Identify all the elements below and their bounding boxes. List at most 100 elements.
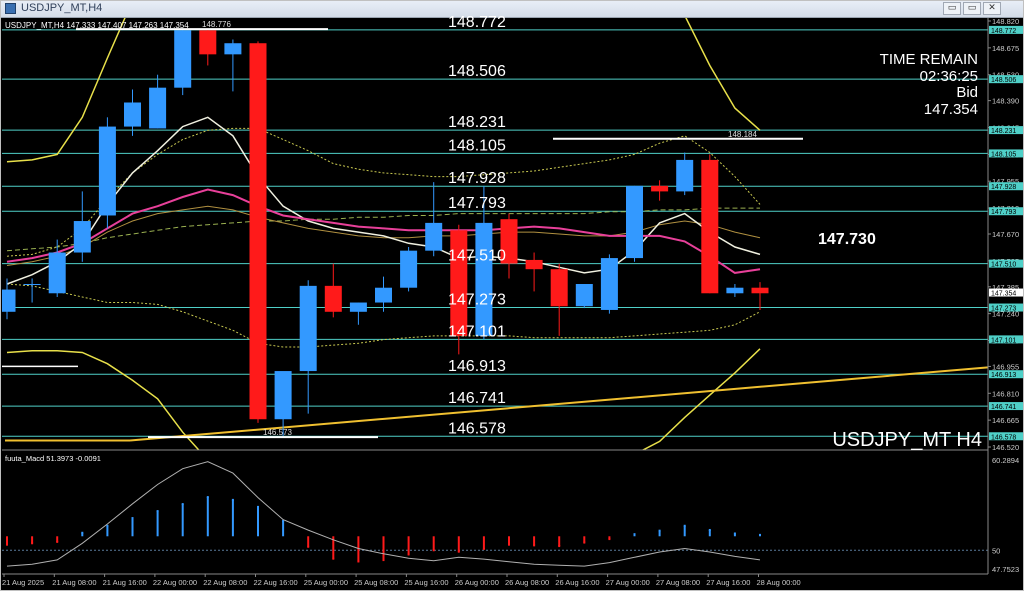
- bull-candle: [600, 258, 618, 310]
- price-tick-label: 148.675: [992, 44, 1019, 53]
- level-label: 146.741: [448, 390, 506, 407]
- lower-band-line: [6, 348, 761, 450]
- time-tick-label: 22 Aug 00:00: [153, 578, 197, 587]
- macd-signal-dot: [482, 547, 485, 550]
- level-price-tag-text: 147.101: [991, 337, 1016, 344]
- macd-signal-dot: [432, 549, 435, 552]
- time-remain-value: 02:36:25: [920, 68, 978, 85]
- level-price-tag-text: 146.913: [991, 372, 1016, 379]
- bull-candle: [575, 284, 593, 307]
- macd-signal-dot: [332, 557, 335, 560]
- bear-candle: [701, 159, 719, 294]
- bear-candle: [550, 269, 568, 307]
- bid-value: 147.354: [924, 101, 978, 118]
- time-tick-label: 21 Aug 08:00: [52, 578, 96, 587]
- bull-candle: [23, 284, 41, 286]
- time-tick-label: 26 Aug 08:00: [505, 578, 549, 587]
- bull-candle: [98, 126, 116, 216]
- time-tick-label: 27 Aug 08:00: [656, 578, 700, 587]
- bull-candle: [299, 285, 317, 372]
- level-price-tag-text: 148.231: [991, 128, 1016, 135]
- macd-signal-dot: [508, 543, 510, 546]
- bull-candle: [48, 252, 66, 294]
- bid-label: Bid: [956, 84, 978, 101]
- macd-signal-dot: [759, 533, 761, 536]
- fast-ma-line: [6, 116, 761, 285]
- bull-candle: [124, 102, 141, 127]
- bear-candle: [651, 185, 669, 192]
- time-tick-label: 21 Aug 2025: [2, 578, 44, 587]
- level-label: 146.913: [448, 358, 506, 375]
- macd-signal-dot: [683, 524, 686, 527]
- bull-candle: [400, 250, 418, 288]
- macd-signal-dot: [307, 545, 310, 548]
- level-price-tag-text: 148.772: [991, 28, 1016, 35]
- bear-candle: [324, 285, 342, 312]
- macd-signal-dot: [382, 559, 385, 562]
- macd-panel: [2, 461, 988, 567]
- macd-signal-dot: [733, 532, 736, 535]
- bear-candle: [450, 230, 468, 336]
- bull-candle: [676, 159, 694, 192]
- time-tick-label: 25 Aug 08:00: [354, 578, 398, 587]
- price-tick-label: 148.390: [992, 97, 1019, 106]
- bear-candle: [751, 287, 769, 294]
- bull-candle: [149, 87, 167, 129]
- macd-signal-dot: [257, 505, 259, 508]
- macd-signal-dot: [156, 510, 159, 513]
- main-price-panel: [2, 18, 988, 450]
- bull-candle: [375, 287, 392, 303]
- macd-signal-dot: [181, 503, 184, 506]
- bear-candle: [525, 259, 543, 270]
- level-label: 147.510: [448, 248, 506, 265]
- level-label: 146.578: [448, 420, 506, 437]
- level-price-tag-text: 146.578: [991, 434, 1016, 441]
- macd-signal-dot: [583, 541, 586, 544]
- bull-candle: [224, 43, 242, 55]
- time-tick-label: 26 Aug 00:00: [455, 578, 499, 587]
- price-chart[interactable]: 148.820148.675148.530148.390148.245148.1…: [0, 0, 1024, 591]
- bull-candle: [73, 221, 91, 253]
- level-price-tag-text: 148.506: [991, 77, 1016, 84]
- bull-candle: [2, 289, 16, 312]
- price-tick-label: 146.665: [992, 416, 1019, 425]
- time-tick-label: 28 Aug 00:00: [757, 578, 801, 587]
- price-tick-label: 146.810: [992, 389, 1019, 398]
- labels: 148.772 148.506 148.231 148.105 147.928 147.7…: [5, 14, 982, 463]
- time-tick-label: 22 Aug 16:00: [254, 578, 298, 587]
- level-label: 148.506: [448, 63, 506, 80]
- medium-ma-line: [6, 188, 761, 274]
- bull-candle: [425, 222, 443, 251]
- macd-signal-dot: [633, 533, 636, 536]
- time-tick-label: 22 Aug 08:00: [203, 578, 247, 587]
- level-price-tag-text: 147.273: [991, 306, 1016, 313]
- level-label: 147.101: [448, 323, 506, 340]
- macd-signal-dot: [81, 531, 84, 534]
- macd-signal-dot: [533, 544, 536, 547]
- price-tick-label: 146.520: [992, 443, 1019, 452]
- bear-candle: [199, 30, 217, 55]
- time-tick-label: 27 Aug 16:00: [706, 578, 750, 587]
- level-label: 148.105: [448, 137, 506, 154]
- macd-signal-dot: [658, 529, 661, 532]
- bull-candle: [626, 185, 643, 259]
- macd-signal-dot: [131, 517, 134, 520]
- macd-signal-dot: [558, 545, 561, 548]
- level-label: 147.273: [448, 292, 506, 309]
- extreme-marker-label: 148.776: [202, 20, 231, 29]
- bear-candle: [249, 43, 267, 420]
- level-label: 147.793: [448, 195, 506, 212]
- level-price-tag-text: 147.510: [991, 262, 1016, 269]
- bull-candle: [726, 287, 744, 294]
- macd-signal-dot: [457, 550, 460, 553]
- macd-tick-label: 50: [992, 546, 1000, 555]
- target-price-label: 147.730: [818, 231, 876, 248]
- extreme-marker-label: 148.184: [728, 130, 757, 139]
- extreme-marker-label: 146.573: [263, 428, 292, 437]
- ohlc-header: USDJPY_MT,H4 147.333 147.407 147.263 147…: [5, 21, 189, 30]
- macd-signal-dot: [608, 538, 611, 541]
- macd-header: fuuta_Macd 51.3973 -0.0091: [5, 454, 101, 463]
- current-price-tag-text: 147.354: [991, 291, 1016, 298]
- price-tick-label: 148.820: [992, 17, 1019, 26]
- time-tick-label: 27 Aug 00:00: [606, 578, 650, 587]
